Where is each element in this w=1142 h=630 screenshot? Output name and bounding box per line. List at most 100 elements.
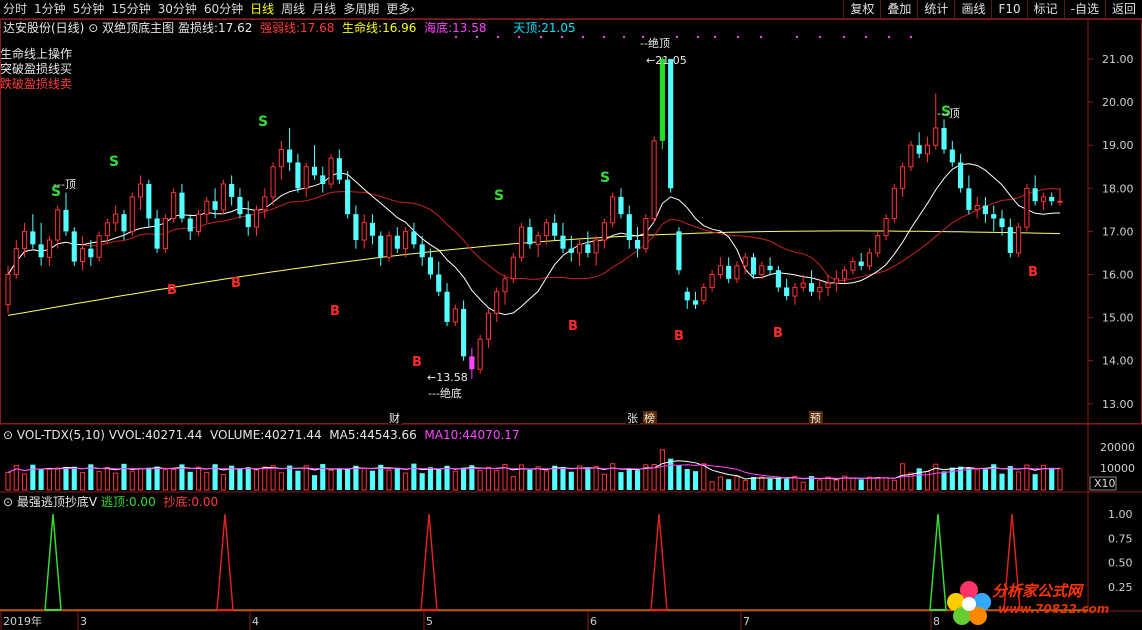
candle bbox=[411, 222, 417, 249]
tab-1min[interactable]: 1分钟 bbox=[34, 1, 66, 17]
volume-bar bbox=[668, 458, 674, 490]
candle-body bbox=[519, 226, 525, 258]
oscillator-lines bbox=[0, 513, 1088, 611]
candle bbox=[21, 222, 28, 258]
overlay-button[interactable]: 叠加 bbox=[880, 0, 917, 19]
volume-bar bbox=[444, 465, 450, 490]
candle bbox=[709, 270, 715, 292]
candle bbox=[958, 153, 964, 193]
volume-bar bbox=[171, 468, 177, 491]
top-dot bbox=[540, 36, 542, 38]
candle-body bbox=[361, 222, 367, 241]
candle bbox=[361, 214, 367, 249]
volume-bar bbox=[5, 471, 11, 491]
volume-bar bbox=[79, 472, 86, 491]
date-axis-label: 2019年 bbox=[3, 614, 42, 628]
candle-body bbox=[394, 235, 400, 249]
period-tabs: 分时 1分钟 5分钟 15分钟 30分钟 60分钟 日线 周线 月线 多周期 更… bbox=[3, 1, 415, 17]
candle bbox=[792, 283, 798, 305]
candle bbox=[767, 257, 773, 275]
candle-body bbox=[1057, 200, 1063, 203]
candle bbox=[900, 162, 906, 197]
draw-line-button[interactable]: 画线 bbox=[954, 0, 991, 19]
volume-bar bbox=[485, 466, 492, 491]
top-dot bbox=[819, 36, 821, 38]
volume-bar bbox=[759, 476, 765, 491]
price-axis-label: 15.00 bbox=[1102, 312, 1134, 325]
f10-button[interactable]: F10 bbox=[991, 0, 1026, 19]
candle-body bbox=[833, 278, 839, 284]
tab-5min[interactable]: 5分钟 bbox=[73, 1, 105, 17]
candle bbox=[858, 252, 864, 271]
back-button[interactable]: 返回 bbox=[1104, 0, 1142, 19]
candle bbox=[171, 188, 177, 223]
candle bbox=[717, 257, 723, 279]
candle-body bbox=[262, 196, 268, 211]
volume-bar bbox=[303, 465, 309, 491]
tab-multi-period[interactable]: 多周期 bbox=[343, 1, 379, 17]
top-dot bbox=[642, 36, 644, 38]
tab-60min[interactable]: 60分钟 bbox=[204, 1, 243, 17]
candle-body bbox=[684, 291, 690, 301]
candle-body bbox=[842, 269, 848, 280]
tab-more[interactable]: 更多› bbox=[386, 1, 415, 17]
chart-frame bbox=[0, 19, 1142, 612]
candle-body bbox=[303, 166, 309, 189]
candle-body bbox=[510, 256, 516, 280]
candle-body bbox=[626, 214, 632, 241]
candle-body bbox=[1024, 187, 1030, 228]
candle-body bbox=[568, 248, 574, 253]
candle bbox=[30, 214, 36, 249]
candle bbox=[916, 132, 922, 159]
candle bbox=[394, 227, 400, 253]
kline-chart[interactable]: SSSSSSB BBBBB BB---顶---顶--绝顶←21.05←13.58--… bbox=[0, 19, 1142, 630]
volume-axis-label: 20000 bbox=[1100, 441, 1135, 454]
tab-monthly[interactable]: 月线 bbox=[312, 1, 336, 17]
candle-body bbox=[850, 261, 856, 271]
candle-body bbox=[1007, 227, 1013, 253]
statistics-button[interactable]: 统计 bbox=[917, 0, 954, 19]
top-dot bbox=[760, 36, 762, 38]
price-axis-label: 19.00 bbox=[1102, 139, 1134, 152]
candle bbox=[883, 214, 889, 241]
candle bbox=[502, 274, 508, 305]
candle-body bbox=[659, 59, 665, 141]
top-dot bbox=[888, 36, 890, 38]
restore-rights-button[interactable]: 复权 bbox=[843, 0, 880, 19]
tab-weekly[interactable]: 周线 bbox=[281, 1, 305, 17]
sell-signal-s: S bbox=[600, 170, 610, 186]
tab-30min[interactable]: 30分钟 bbox=[158, 1, 197, 17]
candle-body bbox=[709, 274, 715, 288]
volume-bar bbox=[96, 471, 102, 491]
axes-labels: 21.00 20.00 19.00 18.00 17.00 16.00 15.00 14.00… bbox=[0, 53, 1135, 630]
volume-bar bbox=[833, 479, 839, 491]
candle bbox=[13, 240, 19, 279]
candle bbox=[875, 231, 881, 258]
candle bbox=[527, 218, 533, 249]
candle bbox=[643, 214, 649, 253]
volume-bar bbox=[1007, 466, 1013, 490]
price-axis-label: 13.00 bbox=[1102, 398, 1134, 411]
tab-more-label: 更多 bbox=[386, 2, 411, 16]
volume-bar bbox=[568, 471, 574, 490]
remove-watchlist-button[interactable]: -自选 bbox=[1063, 0, 1105, 19]
tab-intraday[interactable]: 分时 bbox=[3, 1, 27, 17]
tab-daily[interactable]: 日线 bbox=[250, 1, 274, 17]
candle bbox=[345, 171, 351, 219]
volume-bar bbox=[891, 479, 897, 491]
candle bbox=[71, 227, 77, 266]
candle-body bbox=[817, 286, 823, 293]
candle-body bbox=[734, 265, 740, 280]
volume-bar bbox=[825, 476, 831, 491]
volume-bar bbox=[270, 465, 276, 491]
volume-bar bbox=[966, 467, 972, 490]
tab-15min[interactable]: 15分钟 bbox=[111, 1, 150, 17]
candle bbox=[270, 162, 276, 206]
volume-bar bbox=[750, 476, 757, 490]
volume-bar bbox=[817, 479, 823, 491]
top-dot bbox=[582, 36, 584, 38]
volume-bar bbox=[850, 477, 856, 491]
mark-button[interactable]: 标记 bbox=[1026, 0, 1064, 19]
price-axis-label: 20.00 bbox=[1102, 96, 1134, 109]
candle-body bbox=[469, 356, 475, 370]
